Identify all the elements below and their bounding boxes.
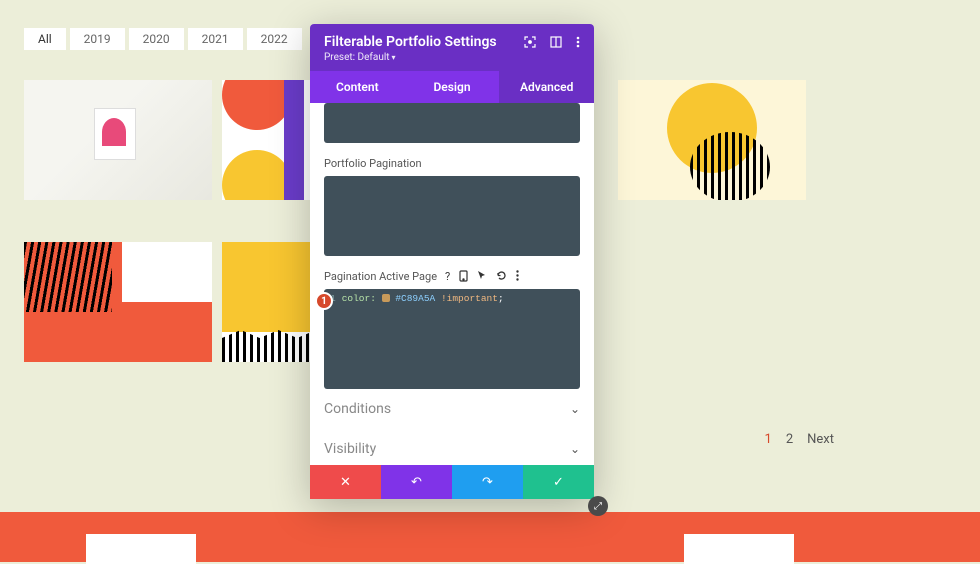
section-label: Conditions [324, 401, 391, 417]
undo-button[interactable]: ↶ [381, 465, 452, 499]
hover-icon[interactable] [477, 270, 487, 283]
field-label-pagination-active-page: Pagination Active Page [324, 270, 437, 283]
modal-tabs: Content Design Advanced [310, 71, 594, 103]
preset-dropdown[interactable]: Preset: Default [324, 52, 580, 63]
code-value: #C89A5A [395, 293, 435, 304]
reset-icon[interactable] [496, 270, 507, 283]
help-icon[interactable]: ? [445, 270, 450, 283]
portfolio-item[interactable] [24, 242, 212, 362]
section-toggle-conditions[interactable]: Conditions ⌄ [324, 389, 580, 429]
code-semicolon: ; [498, 293, 504, 304]
modal-title: Filterable Portfolio Settings [324, 34, 497, 50]
redo-icon: ↷ [482, 475, 493, 490]
modal-header[interactable]: Filterable Portfolio Settings Preset: De… [310, 24, 594, 71]
field-label-portfolio-pagination: Portfolio Pagination [324, 157, 422, 170]
code-important: !important [441, 293, 498, 304]
check-icon: ✓ [553, 475, 564, 490]
portfolio-pagination: 1 2 Next [765, 432, 835, 447]
section-label: Visibility [324, 441, 376, 457]
css-textarea-pagination[interactable] [324, 176, 580, 256]
resize-handle[interactable]: ⤢ [588, 496, 608, 516]
settings-modal: Filterable Portfolio Settings Preset: De… [310, 24, 594, 499]
filter-tab-2022[interactable]: 2022 [247, 28, 302, 50]
kebab-menu-icon[interactable] [516, 270, 519, 283]
filter-tab-2021[interactable]: 2021 [188, 28, 243, 50]
modal-footer: ✕ ↶ ↷ ✓ [310, 465, 594, 499]
undo-icon: ↶ [411, 475, 422, 490]
modal-body[interactable]: Portfolio Pagination Pagination Active P… [310, 103, 594, 465]
css-textarea-active-page[interactable]: 1color: #C89A5A !important; [324, 289, 580, 389]
tab-content[interactable]: Content [310, 71, 405, 103]
focus-icon[interactable] [524, 36, 536, 48]
portfolio-item[interactable] [618, 80, 806, 200]
save-button[interactable]: ✓ [523, 465, 594, 499]
kebab-menu-icon[interactable] [576, 36, 580, 48]
filter-tab-all[interactable]: All [24, 28, 66, 50]
pagination-next[interactable]: Next [807, 432, 834, 447]
section-toggle-visibility[interactable]: Visibility ⌄ [324, 429, 580, 459]
close-icon: ✕ [340, 475, 351, 490]
portfolio-item[interactable] [24, 80, 212, 200]
tab-design[interactable]: Design [405, 71, 500, 103]
filter-tab-2020[interactable]: 2020 [129, 28, 184, 50]
chevron-down-icon: ⌄ [570, 402, 580, 416]
tablet-icon[interactable] [459, 270, 468, 283]
step-badge-1: 1 [315, 292, 333, 310]
footer-strip [0, 512, 980, 562]
tab-advanced[interactable]: Advanced [499, 71, 594, 103]
filter-tab-2019[interactable]: 2019 [70, 28, 125, 50]
css-textarea[interactable] [324, 103, 580, 143]
code-property: color: [342, 293, 376, 304]
cancel-button[interactable]: ✕ [310, 465, 381, 499]
redo-button[interactable]: ↷ [452, 465, 523, 499]
pagination-page-1[interactable]: 1 [765, 432, 772, 447]
chevron-down-icon: ⌄ [570, 442, 580, 456]
resize-icon: ⤢ [594, 501, 602, 512]
pagination-page-2[interactable]: 2 [786, 432, 793, 447]
color-swatch-icon [382, 294, 390, 302]
columns-icon[interactable] [550, 36, 562, 48]
